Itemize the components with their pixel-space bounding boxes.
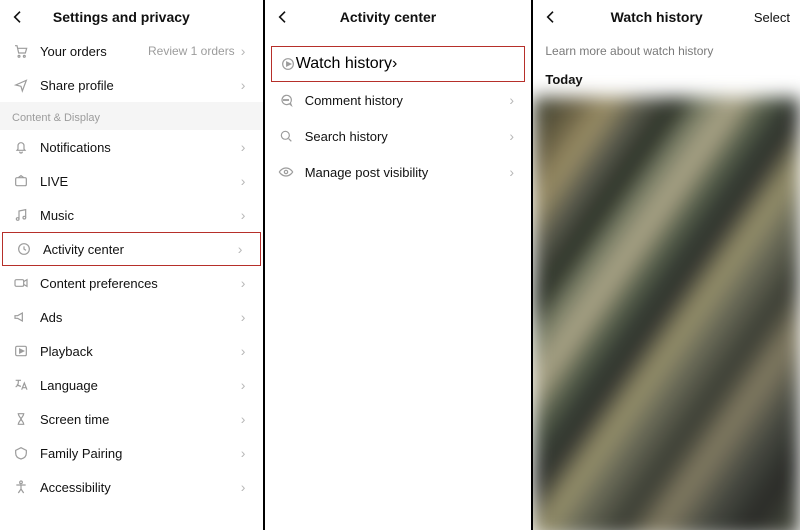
comment-icon [277,91,295,109]
live-row[interactable]: LIVE › [0,164,263,198]
bell-icon [12,138,30,156]
manage-post-visibility-row[interactable]: Manage post visibility › [265,154,532,190]
row-label: Content preferences [40,276,241,291]
today-header: Today [533,66,800,97]
row-label: Share profile [40,78,241,93]
chevron-right-icon: › [241,310,251,324]
music-icon [12,206,30,224]
chevron-right-icon: › [238,242,248,256]
row-label: Language [40,378,241,393]
ads-icon [12,308,30,326]
arrow-left-icon [543,9,559,25]
activity-list: Watch history › Comment history › Search… [265,34,532,190]
row-label: Playback [40,344,241,359]
family-pairing-row[interactable]: Family Pairing › [0,436,263,470]
chevron-right-icon: › [241,208,251,222]
content-preferences-row[interactable]: Content preferences › [0,266,263,300]
eye-icon [277,163,295,181]
hourglass-icon [12,410,30,428]
chevron-right-icon: › [241,446,251,460]
chevron-right-icon: › [241,480,251,494]
chevron-right-icon: › [241,276,251,290]
chevron-right-icon: › [241,412,251,426]
watch-history-row[interactable]: Watch history › [271,46,526,82]
back-button[interactable] [275,9,297,25]
learn-more-link[interactable]: Learn more about watch history [533,34,800,66]
header: Watch history Select [533,0,800,34]
comment-history-row[interactable]: Comment history › [265,82,532,118]
accessibility-row[interactable]: Accessibility › [0,470,263,504]
watch-history-grid[interactable] [533,97,800,530]
row-label: Music [40,208,241,223]
music-row[interactable]: Music › [0,198,263,232]
row-label: Accessibility [40,480,241,495]
page-title: Settings and privacy [32,9,211,25]
select-button[interactable]: Select [748,10,790,25]
row-label: Watch history [296,55,392,73]
chevron-right-icon: › [241,140,251,154]
watch-history-pane: Watch history Select Learn more about wa… [533,0,800,530]
page-title: Activity center [297,9,480,25]
row-label: Search history [305,129,510,144]
share-icon [12,76,30,94]
video-icon [12,274,30,292]
lang-icon [12,376,30,394]
chevron-right-icon: › [509,165,519,179]
settings-pane: Settings and privacy . Your orders Revie… [0,0,263,530]
back-button[interactable] [543,9,565,25]
row-label: LIVE [40,174,241,189]
content-display-group: Notifications › LIVE › Music › Activity … [0,130,263,504]
activity-center-pane: Activity center . Watch history › Commen… [265,0,532,530]
row-label: Notifications [40,140,241,155]
section-header: Content & Display [0,102,263,130]
row-label: Activity center [43,242,238,257]
chevron-right-icon: › [392,55,397,73]
playback-row[interactable]: Playback › [0,334,263,368]
row-label: Your orders [40,44,148,59]
play-icon [12,342,30,360]
row-label: Comment history [305,93,510,108]
accessibility-icon [12,478,30,496]
chevron-right-icon: › [241,174,251,188]
search-history-row[interactable]: Search history › [265,118,532,154]
chevron-right-icon: › [509,129,519,143]
row-aux: Review 1 orders [148,44,235,58]
row-label: Screen time [40,412,241,427]
orders-icon [12,42,30,60]
playcircle-icon [280,56,296,72]
page-title: Watch history [565,9,748,25]
family-icon [12,444,30,462]
share-profile-row[interactable]: Share profile › [0,68,263,102]
chevron-right-icon: › [241,78,251,92]
header: Activity center . [265,0,532,34]
top-group: Your orders Review 1 orders › Share prof… [0,34,263,102]
arrow-left-icon [10,9,26,25]
your-orders-row[interactable]: Your orders Review 1 orders › [0,34,263,68]
back-button[interactable] [10,9,32,25]
row-label: Family Pairing [40,446,241,461]
notifications-row[interactable]: Notifications › [0,130,263,164]
live-icon [12,172,30,190]
screen-time-row[interactable]: Screen time › [0,402,263,436]
row-label: Ads [40,310,241,325]
arrow-left-icon [275,9,291,25]
search-icon [277,127,295,145]
chevron-right-icon: › [509,93,519,107]
language-row[interactable]: Language › [0,368,263,402]
header: Settings and privacy . [0,0,263,34]
clock-icon [15,240,33,258]
row-label: Manage post visibility [305,165,510,180]
ads-row[interactable]: Ads › [0,300,263,334]
chevron-right-icon: › [241,378,251,392]
chevron-right-icon: › [241,344,251,358]
chevron-right-icon: › [241,44,251,58]
activity-center-row[interactable]: Activity center › [2,232,261,266]
